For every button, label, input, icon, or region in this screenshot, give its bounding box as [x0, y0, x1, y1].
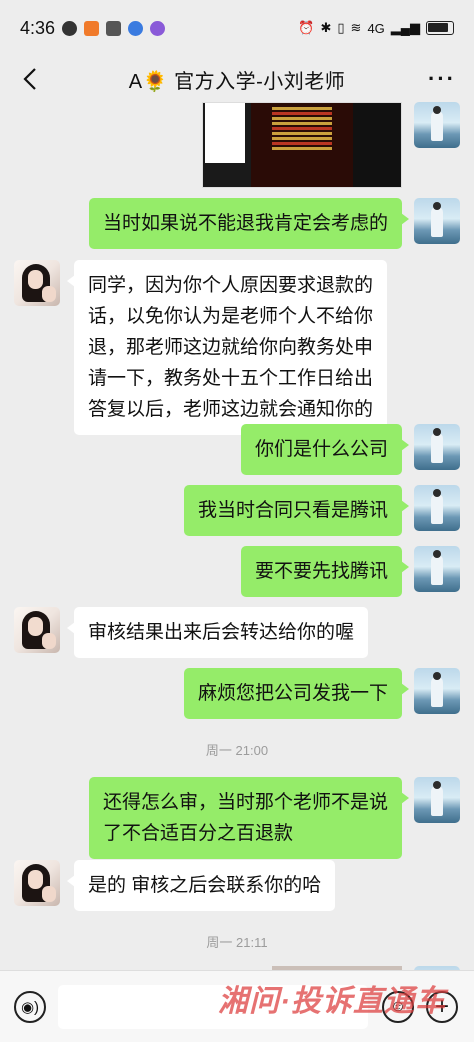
- my-avatar[interactable]: [414, 777, 460, 823]
- status-right: ⏰ ✱ ▯ ≋ 4G ▂▄▆: [298, 20, 454, 36]
- image-line: [272, 132, 332, 135]
- teacher-avatar[interactable]: [14, 860, 60, 906]
- wifi-icon: ≋: [350, 20, 362, 35]
- status-bar: 4:36 ⏰ ✱ ▯ ≋ 4G ▂▄▆: [0, 0, 474, 56]
- image-left-panel: [203, 103, 251, 187]
- browser-notification-icon: [128, 20, 144, 36]
- emoji-icon: ☺: [389, 998, 407, 1015]
- message-bubble-mine[interactable]: 我当时合同只看是腾讯: [183, 485, 410, 536]
- status-left: 4:36: [20, 17, 166, 39]
- image-line: [272, 117, 332, 120]
- image-line: [272, 127, 332, 130]
- network-type: 4G: [367, 20, 385, 36]
- status-time: 4:36: [20, 17, 56, 38]
- image-line: [272, 147, 332, 150]
- my-avatar[interactable]: [414, 668, 460, 714]
- more-dots-icon: ···: [428, 66, 456, 91]
- my-avatar[interactable]: [414, 424, 460, 470]
- message-bubble-teacher[interactable]: 审核结果出来后会转达给你的喔: [66, 607, 369, 658]
- image-poster: [251, 103, 353, 187]
- image-line: [272, 107, 332, 110]
- bluetooth-icon: ✱: [320, 20, 332, 35]
- image-message[interactable]: [202, 102, 402, 188]
- image-line: [272, 112, 332, 115]
- message-bubble-mine[interactable]: 要不要先找腾讯: [240, 546, 410, 597]
- image-document: [205, 103, 245, 163]
- timestamp: 周一 21:11: [206, 935, 268, 950]
- more-button[interactable]: ···: [428, 66, 456, 92]
- message-bubble-mine[interactable]: 你们是什么公司: [240, 424, 410, 475]
- teacher-avatar[interactable]: [14, 607, 60, 653]
- image-line: [272, 142, 332, 145]
- my-avatar[interactable]: [414, 485, 460, 531]
- alarm-icon: ⏰: [298, 20, 315, 35]
- battery-icon: [426, 21, 454, 35]
- my-avatar[interactable]: [414, 546, 460, 592]
- chat-area[interactable]: 当时如果说不能退我肯定会考虑的 同学，因为你个人原因要求退款的 话，以免你认为是…: [0, 102, 474, 970]
- timestamp: 周一 21:00: [205, 743, 269, 758]
- message-bubble-teacher[interactable]: 是的 审核之后会联系你的哈: [66, 860, 336, 911]
- message-bubble-mine[interactable]: 麻烦您把公司发我一下: [183, 668, 410, 719]
- chat-title: A🌻 官方入学-小刘老师: [128, 70, 346, 93]
- app-notification-icon: [84, 20, 100, 36]
- gallery-notification-icon: [106, 20, 122, 36]
- vibrate-icon: ▯: [337, 20, 345, 35]
- message-input[interactable]: [58, 985, 368, 1029]
- my-avatar[interactable]: [414, 102, 460, 148]
- chat-header: A🌻 官方入学-小刘老师 ···: [0, 56, 474, 102]
- back-button[interactable]: [16, 64, 44, 94]
- image-line: [272, 122, 332, 125]
- plus-button[interactable]: +: [426, 991, 458, 1023]
- plus-icon: +: [434, 993, 449, 1020]
- input-bar: ◉) ☺ +: [0, 970, 474, 1042]
- message-bubble-mine[interactable]: 还得怎么审，当时那个老师不是说 了不合适百分之百退款: [88, 777, 410, 859]
- teacher-avatar[interactable]: [14, 260, 60, 306]
- voice-icon: ◉): [20, 999, 40, 1016]
- app2-notification-icon: [150, 20, 166, 36]
- message-bubble-teacher[interactable]: 同学，因为你个人原因要求退款的 话，以免你认为是老师个人不给你 退，那老师这边就…: [66, 260, 388, 435]
- emoji-button[interactable]: ☺: [382, 991, 414, 1023]
- image-line: [272, 137, 332, 140]
- my-avatar[interactable]: [414, 198, 460, 244]
- image-right-panel: [353, 103, 401, 187]
- chevron-left-icon: [23, 68, 36, 90]
- voice-button[interactable]: ◉): [14, 991, 46, 1023]
- signal-icon: ▂▄▆: [390, 20, 420, 35]
- chat-notification-icon: [62, 20, 78, 36]
- message-bubble-mine[interactable]: 当时如果说不能退我肯定会考虑的: [88, 198, 410, 249]
